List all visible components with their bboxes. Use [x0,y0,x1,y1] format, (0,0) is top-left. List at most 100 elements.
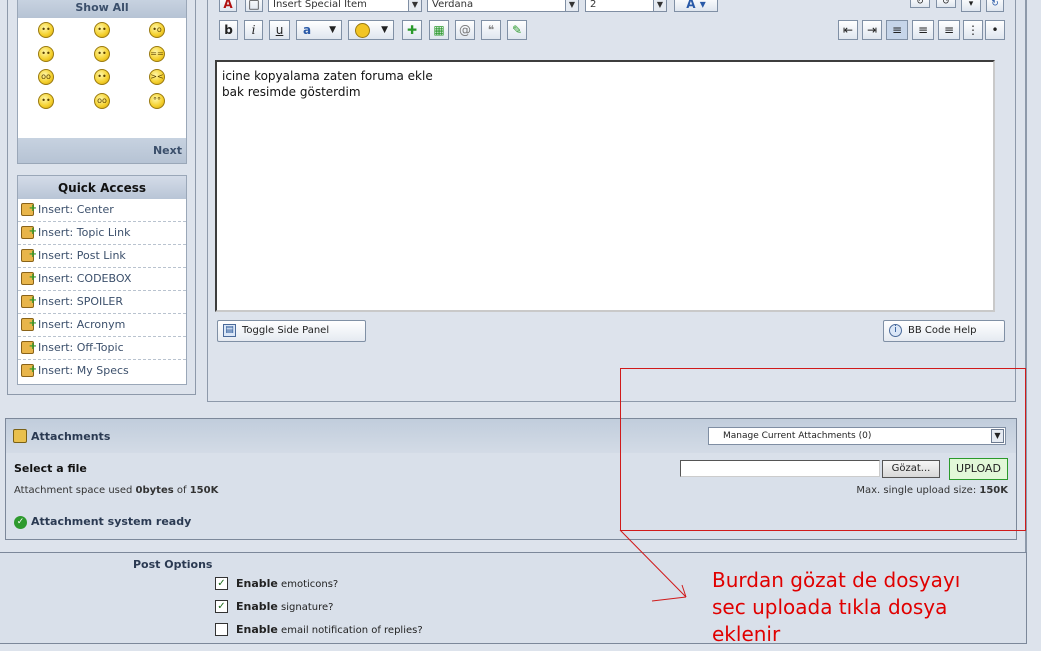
size-value: 2 [590,0,597,10]
quick-access-item[interactable]: Insert: SPOILER [18,290,186,314]
indent-icon[interactable]: ⇥ [862,20,882,40]
quick-access-item[interactable]: Insert: CODEBOX [18,267,186,291]
emoticon-icon[interactable]: •o [149,22,165,38]
bbcode-help-label: BB Code Help [908,325,977,336]
redo-icon[interactable]: ↻ [910,0,930,8]
chevron-down-icon: ▼ [653,0,666,11]
insert-quote-icon[interactable]: ❝ [481,20,501,40]
insert-code-icon[interactable]: ✎ [507,20,527,40]
emoticon-icon[interactable]: •• [94,69,110,85]
quick-access-label: Insert: My Specs [38,364,129,377]
insert-icon [21,198,37,220]
resize-icon[interactable]: ▾ [961,0,981,12]
size-select[interactable]: 2 ▼ [585,0,667,12]
insert-link-icon[interactable]: ✚ [402,20,422,40]
next-link[interactable]: Next [153,144,182,157]
select-file-label: Select a file [14,462,87,475]
italic-button[interactable]: i [244,20,263,40]
quick-access-label: Insert: Off-Topic [38,341,124,354]
quick-access-label: Insert: SPOILER [38,295,123,308]
special-item-icon[interactable]: □ [245,0,263,12]
chevron-down-icon: ▼ [408,0,421,11]
text-effect-button[interactable]: A ▾ [674,0,718,12]
annotation-line: Burdan gözat de dosyayı [712,568,961,592]
align-center-icon[interactable]: ≡ [912,20,934,40]
refresh-icon[interactable]: ↻ [986,0,1004,12]
insert-icon [21,359,37,381]
annotation-arrow [619,529,687,602]
emoticon-icon[interactable]: •• [38,22,54,38]
editor-line: icine kopyalama zaten foruma ekle [222,69,433,83]
font-value: Verdana [432,0,474,10]
space-used-value: 0bytes [135,485,174,496]
option-enable: Enable [236,600,278,613]
bbcode-help-button[interactable]: i BB Code Help [883,320,1005,342]
signature-option: Enable signature? [236,600,333,613]
space-total-value: 150K [189,485,219,496]
emoticon-icon[interactable]: •• [38,46,54,62]
quick-access-panel: Quick Access Insert: Center Insert: Topi… [17,175,187,385]
emoticon-icon[interactable]: oo [38,69,54,85]
quick-access-label: Insert: CODEBOX [38,272,132,285]
insert-icon [21,221,37,243]
emoticon-icon[interactable]: oo [94,93,110,109]
quick-access-label: Insert: Post Link [38,249,126,262]
quick-access-item[interactable]: Insert: Topic Link [18,221,186,245]
attachments-title: Attachments [31,430,111,443]
bullet-list-icon[interactable]: • [985,20,1005,40]
emoticon-icon[interactable]: •• [38,93,54,109]
email-notification-option: Enable email notification of replies? [236,623,423,636]
toggle-side-panel-button[interactable]: ▤ Toggle Side Panel [217,320,366,342]
insert-icon [21,290,37,312]
numbered-list-icon[interactable]: ⋮ [963,20,983,40]
emoticon-panel: Show All •• •• •o •• •• == oo •• >< •• o… [17,0,187,164]
option-text: email notification of replies? [277,625,423,636]
font-color-icon[interactable]: A [219,0,237,12]
quick-access-label: Insert: Center [38,203,114,216]
quick-access-item[interactable]: Insert: Acronym [18,313,186,337]
underline-button[interactable]: u [269,20,290,40]
font-color-label: a [303,23,312,37]
signature-checkbox[interactable]: ✓ [215,600,228,613]
outdent-icon[interactable]: ⇤ [838,20,858,40]
chevron-down-icon: ▼ [329,25,336,35]
emoticons-checkbox[interactable]: ✓ [215,577,228,590]
emoticon-icon[interactable]: •• [94,46,110,62]
attachment-icon [13,429,27,443]
font-select[interactable]: Verdana ▼ [427,0,579,12]
emoticon-icon[interactable]: •• [94,22,110,38]
emoticon-icon[interactable]: >< [149,69,165,85]
undo-icon[interactable]: ↺ [936,0,956,8]
insert-icon [21,267,37,289]
insert-email-icon[interactable]: @ [455,20,475,40]
emoticon-icon[interactable]: °° [149,93,165,109]
emoticon-icon[interactable]: == [149,46,165,62]
message-editor[interactable]: icine kopyalama zaten foruma ekle bak re… [215,60,995,312]
quick-access-item[interactable]: Insert: Post Link [18,244,186,268]
align-left-icon[interactable]: ≡ [886,20,908,40]
special-item-select[interactable]: Insert Special Item ▼ [268,0,422,12]
insert-image-icon[interactable]: ▦ [429,20,449,40]
special-item-value: Insert Special Item [273,0,367,10]
check-icon: ✓ [14,516,27,529]
info-icon: i [889,324,902,337]
option-text: emoticons? [277,579,339,590]
show-all-link[interactable]: Show All [18,0,186,18]
emoticon-button[interactable]: ▼ [348,20,394,40]
editor-line: bak resimde gösterdim [222,85,361,99]
align-right-icon[interactable]: ≡ [938,20,960,40]
annotation-line: eklenir [712,622,781,646]
emoticons-option: Enable emoticons? [236,577,338,590]
font-color-button[interactable]: a ▼ [296,20,342,40]
email-notification-checkbox[interactable] [215,623,228,636]
quick-access-item[interactable]: Insert: Off-Topic [18,336,186,360]
bold-button[interactable]: b [219,20,238,40]
highlight-box [620,368,1026,531]
insert-icon [21,244,37,266]
quick-access-item[interactable]: Insert: My Specs [18,359,186,382]
option-text: signature? [277,602,334,613]
quick-access-item[interactable]: Insert: Center [18,198,186,222]
space-of: of [173,485,190,496]
smiley-icon [355,23,370,38]
annotation-text: Burdan gözat de dosyayı sec uploada tıkl… [712,567,1012,648]
